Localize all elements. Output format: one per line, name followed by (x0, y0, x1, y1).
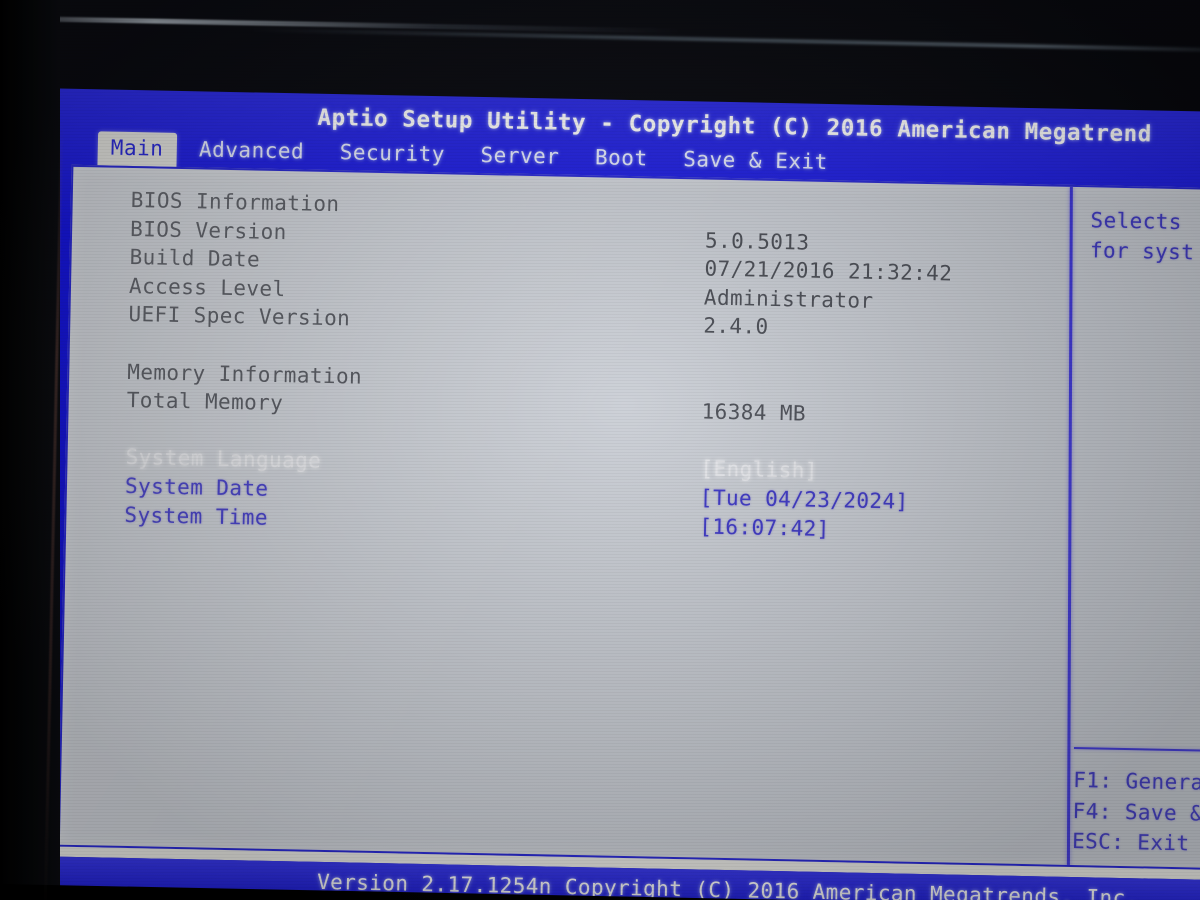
monitor-photo: Aptio Setup Utility - Copyright (C) 2016… (0, 0, 1200, 900)
label-system-language: System Language (125, 445, 322, 474)
tab-security[interactable]: Security (326, 136, 458, 173)
settings-list: BIOS Information BIOS Version 5.0.5013 B… (124, 188, 1061, 550)
bios-screen: Aptio Setup Utility - Copyright (C) 2016… (16, 88, 1200, 900)
label-system-time: System Time (124, 502, 269, 530)
label-bios-version: BIOS Version (129, 216, 287, 244)
label-system-date: System Date (124, 473, 269, 501)
value-uefi-spec-version: 2.4.0 (703, 313, 769, 340)
value-access-level: Administrator (703, 285, 874, 313)
value-build-date: 07/21/2016 21:32:42 (704, 256, 953, 286)
help-pane: Selects for syst (1090, 205, 1200, 269)
hotkey-f4[interactable]: F4: Save & (1072, 796, 1200, 830)
value-total-memory: 16384 MB (701, 399, 807, 426)
value-system-time[interactable]: [16:07:42] (699, 514, 830, 541)
tab-save-exit[interactable]: Save & Exit (670, 143, 841, 180)
bezel-left-side (0, 0, 60, 900)
hotkey-esc[interactable]: ESC: Exit (1072, 826, 1200, 860)
value-bios-version: 5.0.5013 (704, 228, 810, 255)
hotkey-separator (1073, 747, 1200, 753)
help-pane-divider (1066, 186, 1073, 868)
label-build-date: Build Date (129, 245, 261, 272)
label-uefi-spec-version: UEFI Spec Version (128, 302, 351, 331)
label-memory-information: Memory Information (127, 359, 363, 389)
tab-server[interactable]: Server (467, 139, 573, 175)
label-total-memory: Total Memory (126, 388, 284, 416)
label-bios-information: BIOS Information (130, 187, 340, 217)
tab-boot[interactable]: Boot (582, 141, 661, 177)
hotkey-legend: F1: General F4: Save & ESC: Exit (1072, 747, 1200, 860)
value-system-date[interactable]: [Tue 04/23/2024] (700, 485, 909, 513)
help-text-line-1: Selects (1090, 208, 1183, 235)
value-system-language[interactable]: [English] (700, 457, 818, 483)
hotkey-f1[interactable]: F1: General (1073, 765, 1200, 799)
content-panel: BIOS Information BIOS Version 5.0.5013 B… (57, 164, 1200, 870)
tab-advanced[interactable]: Advanced (186, 133, 318, 170)
label-access-level: Access Level (128, 273, 286, 301)
help-text-line-2: for syst (1089, 238, 1195, 265)
tab-main[interactable]: Main (97, 131, 177, 167)
